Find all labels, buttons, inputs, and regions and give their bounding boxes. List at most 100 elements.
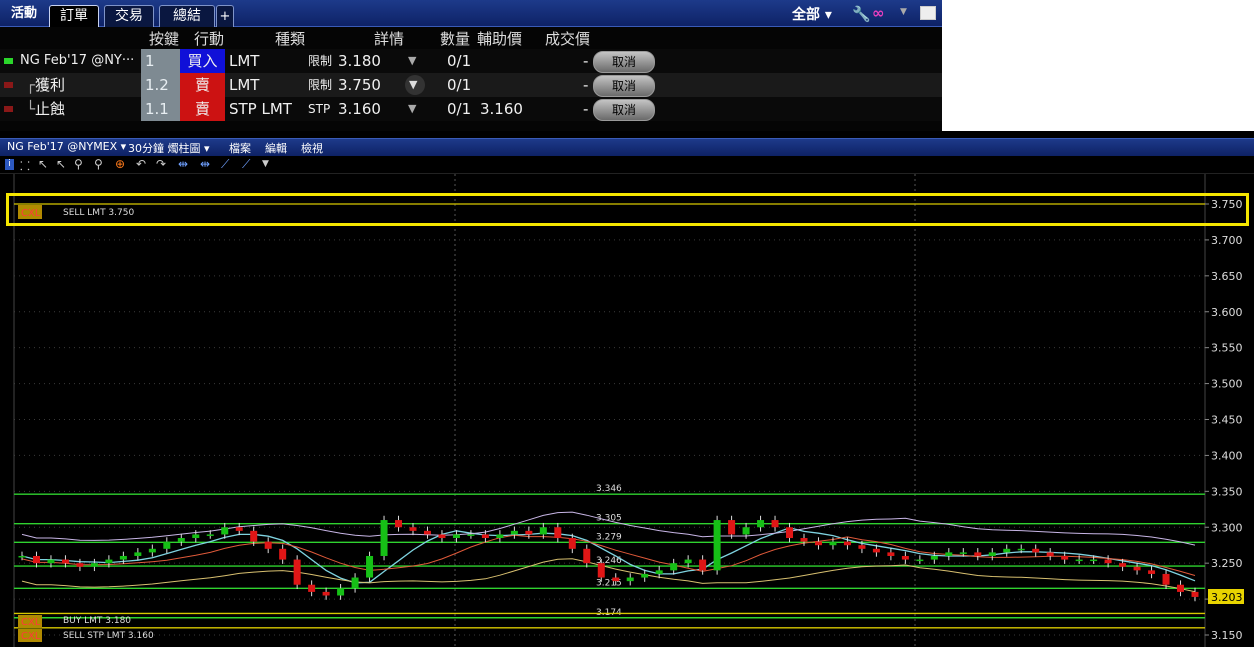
order-details-price[interactable]: 3.160 bbox=[338, 97, 381, 121]
window-icon[interactable] bbox=[920, 6, 936, 20]
order-type[interactable]: LMT bbox=[229, 73, 259, 97]
chart-overlays: CXL SELL LMT 3.750 CXL BUY LMT 3.180 CXL… bbox=[18, 205, 1244, 642]
indicator-icon[interactable]: ⟋ bbox=[221, 157, 229, 172]
link-icon[interactable]: ∞ bbox=[872, 4, 885, 22]
candle bbox=[1017, 548, 1025, 551]
candle bbox=[887, 552, 895, 556]
chevron-down-icon[interactable]: ▼ bbox=[409, 73, 417, 97]
candle bbox=[699, 559, 707, 571]
order-type[interactable]: LMT bbox=[229, 49, 259, 73]
price-tick-label: 3.650 bbox=[1211, 270, 1243, 283]
order-aux-price[interactable]: 3.160 bbox=[480, 97, 523, 121]
arrows-icon[interactable]: ⇹ bbox=[178, 157, 188, 171]
candle bbox=[250, 530, 258, 542]
tree-connector: ┌ bbox=[26, 76, 36, 94]
undo-icon[interactable]: ↶ bbox=[136, 157, 146, 171]
candle bbox=[1090, 559, 1098, 562]
tab-orders[interactable]: 訂單 bbox=[49, 5, 99, 27]
cxl-label[interactable]: CXL bbox=[21, 631, 41, 642]
menu-file[interactable]: 檔案 bbox=[229, 140, 251, 156]
menu-edit[interactable]: 編輯 bbox=[265, 140, 287, 156]
price-tick-label: 3.600 bbox=[1211, 306, 1243, 319]
order-action[interactable]: 買入 bbox=[180, 49, 225, 73]
order-row[interactable]: NG Feb'17 @NY··· 1 買入 LMT 限制 3.180 ▼ 0/1… bbox=[0, 49, 942, 73]
candle bbox=[76, 563, 84, 567]
order-action[interactable]: 賣 bbox=[180, 73, 225, 97]
chart-title-bar: NG Feb'17 @NYMEX ▾ 30分鐘 燭柱圖 ▾ 檔案 編輯 檢視 bbox=[0, 138, 1254, 157]
candle bbox=[1119, 563, 1127, 567]
tab-trades[interactable]: 交易 bbox=[104, 5, 154, 27]
chevron-down-icon[interactable]: ▼ bbox=[900, 7, 907, 17]
order-details-price[interactable]: 3.750 bbox=[338, 73, 381, 97]
candle bbox=[423, 530, 431, 535]
tab-bar: 活動 訂單 交易 總結 + 全部 ▾ 🔧 ∞ ▼ bbox=[0, 0, 942, 27]
candle bbox=[322, 591, 330, 596]
flag-icon bbox=[4, 82, 13, 88]
arrows-icon[interactable]: ⇹ bbox=[200, 157, 210, 171]
symbol-dropdown[interactable]: NG Feb'17 @NYMEX ▾ bbox=[7, 140, 126, 153]
redo-icon[interactable]: ↷ bbox=[156, 157, 166, 171]
candle bbox=[47, 559, 55, 564]
order-key[interactable]: 1 bbox=[141, 49, 182, 73]
crosshair-icon[interactable]: ⸬ bbox=[20, 157, 30, 174]
chevron-down-icon[interactable]: ▼ bbox=[408, 97, 416, 121]
cancel-button[interactable]: 取消 bbox=[593, 99, 655, 121]
menu-view[interactable]: 檢視 bbox=[301, 140, 323, 156]
candle bbox=[351, 577, 359, 589]
order-key[interactable]: 1.2 bbox=[141, 73, 182, 97]
period-dropdown[interactable]: 30分鐘 燭柱圖 ▾ bbox=[128, 140, 210, 156]
candle bbox=[409, 527, 417, 531]
order-details-prefix: STP bbox=[308, 102, 331, 116]
indicator-icon[interactable]: ⟋ bbox=[242, 157, 250, 172]
zoom-in-icon[interactable]: ⚲ bbox=[74, 157, 83, 171]
order-name: 止蝕 bbox=[35, 100, 66, 118]
candle bbox=[380, 520, 388, 556]
candle bbox=[916, 559, 924, 562]
candle bbox=[959, 552, 967, 554]
candle bbox=[901, 555, 909, 560]
cancel-button[interactable]: 取消 bbox=[593, 51, 655, 73]
zoom-out-icon[interactable]: ⚲ bbox=[94, 157, 103, 171]
info-icon[interactable]: i bbox=[5, 159, 14, 170]
order-row[interactable]: ┌ 獲利 1.2 賣 LMT 限制 3.750 ▼ 0/1 - 取消 bbox=[0, 73, 942, 97]
candle bbox=[1061, 555, 1069, 560]
candle bbox=[279, 548, 287, 560]
add-tab-button[interactable]: + bbox=[216, 5, 234, 27]
cancel-button[interactable]: 取消 bbox=[593, 75, 655, 97]
candle bbox=[510, 530, 518, 535]
candle bbox=[713, 520, 721, 571]
chevron-down-icon[interactable]: ▼ bbox=[408, 49, 416, 73]
candle bbox=[1148, 570, 1156, 574]
filter-dropdown[interactable]: 全部 ▾ bbox=[792, 4, 832, 24]
order-fill-price: - bbox=[583, 76, 589, 94]
order-quantity[interactable]: 0/1 bbox=[447, 97, 471, 121]
wrench-icon[interactable]: 🔧 bbox=[852, 5, 871, 23]
pointer-icon[interactable]: ↖ bbox=[56, 157, 66, 171]
candle bbox=[235, 527, 243, 531]
cursor-icon[interactable]: ↖ bbox=[38, 157, 48, 171]
cxl-label[interactable]: CXL bbox=[21, 617, 41, 628]
price-chart[interactable]: 3.3463.3053.2793.2463.2153.174 3.7503.70… bbox=[0, 174, 1254, 647]
candle bbox=[872, 548, 880, 553]
candle bbox=[105, 559, 113, 564]
order-label: BUY LMT 3.180 bbox=[63, 616, 131, 626]
candle bbox=[539, 527, 547, 535]
level-label: 3.346 bbox=[596, 484, 622, 494]
order-type[interactable]: STP LMT bbox=[229, 97, 292, 121]
candle bbox=[829, 541, 837, 546]
price-tick-label: 3.250 bbox=[1211, 557, 1243, 570]
order-action[interactable]: 賣 bbox=[180, 97, 225, 121]
price-tick-label: 3.350 bbox=[1211, 485, 1243, 498]
order-key[interactable]: 1.1 bbox=[141, 97, 182, 121]
candle bbox=[134, 552, 142, 556]
order-quantity[interactable]: 0/1 bbox=[447, 73, 471, 97]
price-tick-label: 3.400 bbox=[1211, 449, 1243, 462]
order-quantity[interactable]: 0/1 bbox=[447, 49, 471, 73]
tab-summary[interactable]: 總結 bbox=[159, 5, 215, 27]
tab-activity[interactable]: 活動 bbox=[4, 3, 44, 24]
level-label: 3.279 bbox=[596, 532, 622, 542]
target-icon[interactable]: ⊕ bbox=[115, 157, 125, 171]
order-details-price[interactable]: 3.180 bbox=[338, 49, 381, 73]
order-row[interactable]: └ 止蝕 1.1 賣 STP LMT STP 3.160 ▼ 0/1 3.160… bbox=[0, 97, 942, 121]
chevron-down-icon[interactable]: ▼ bbox=[262, 159, 269, 169]
